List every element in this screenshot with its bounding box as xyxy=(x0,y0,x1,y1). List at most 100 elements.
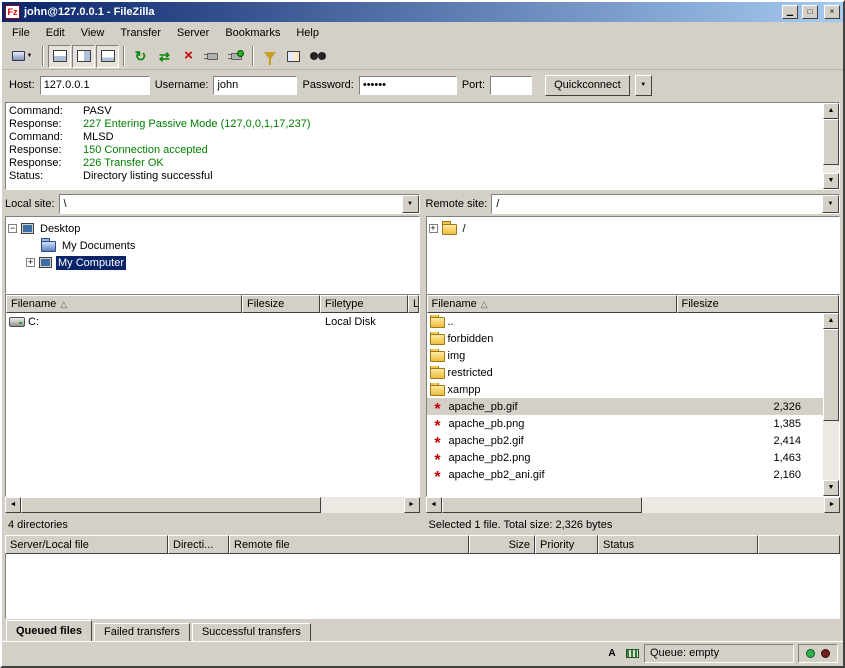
toggle-log-button[interactable] xyxy=(48,45,71,68)
file-row-c-drive[interactable]: C: Local Disk xyxy=(6,313,419,330)
scroll-down-icon[interactable]: ▼ xyxy=(823,173,839,189)
quickconnect-dropdown-button[interactable]: ▼ xyxy=(635,75,652,96)
scrollbar-track[interactable] xyxy=(823,421,839,480)
port-input[interactable] xyxy=(490,76,532,95)
file-row-selected[interactable]: * apache_pb.gif 2,326 xyxy=(427,398,824,415)
tree-item-my-documents[interactable]: My Documents xyxy=(8,237,417,254)
folder-row[interactable]: forbidden xyxy=(427,330,824,347)
folder-row[interactable]: xampp xyxy=(427,381,824,398)
folder-icon xyxy=(430,368,445,379)
column-filename[interactable]: Filename △ xyxy=(6,295,242,313)
tree-item-my-computer[interactable]: + My Computer xyxy=(8,254,417,271)
column-size[interactable]: Size xyxy=(469,535,535,554)
remote-vertical-scrollbar[interactable]: ▲ ▼ xyxy=(823,313,839,496)
column-status[interactable]: Status xyxy=(598,535,758,554)
column-filesize[interactable]: Filesize xyxy=(677,295,840,313)
scrollbar-track[interactable] xyxy=(642,497,825,513)
scroll-right-icon[interactable]: ► xyxy=(824,497,840,513)
column-last-modified[interactable]: L xyxy=(408,295,419,313)
tab-failed-transfers[interactable]: Failed transfers xyxy=(94,623,190,641)
scroll-left-icon[interactable]: ◄ xyxy=(426,497,442,513)
scrollbar-thumb[interactable] xyxy=(21,497,321,513)
menu-transfer[interactable]: Transfer xyxy=(112,24,169,42)
log-scrollbar[interactable]: ▲ ▼ xyxy=(823,103,839,189)
chevron-down-icon[interactable]: ▼ xyxy=(822,195,839,213)
host-input[interactable] xyxy=(40,76,150,95)
close-button[interactable]: × xyxy=(824,5,840,19)
cancel-icon: × xyxy=(184,49,193,63)
remote-site-combobox[interactable]: / ▼ xyxy=(491,194,840,214)
menu-server[interactable]: Server xyxy=(169,24,217,42)
file-row[interactable]: * apache_pb2.gif 2,414 xyxy=(427,432,824,449)
column-filesize[interactable]: Filesize xyxy=(242,295,320,313)
local-status-text: 4 directories xyxy=(5,513,420,533)
compare-button[interactable] xyxy=(282,45,305,68)
transfer-queue: Server/Local file Directi... Remote file… xyxy=(2,533,843,619)
expand-icon[interactable]: + xyxy=(429,224,438,233)
tab-queued-files[interactable]: Queued files xyxy=(6,620,92,641)
toggle-tree-button[interactable] xyxy=(72,45,95,68)
chevron-down-icon[interactable]: ▼ xyxy=(402,195,419,213)
folder-row[interactable]: .. xyxy=(427,313,824,330)
toggle-queue-button[interactable] xyxy=(96,45,119,68)
reconnect-button[interactable] xyxy=(225,45,248,68)
folder-row[interactable]: img xyxy=(427,347,824,364)
file-type-cell: Local Disk xyxy=(320,316,408,328)
menu-file[interactable]: File xyxy=(4,24,38,42)
username-label: Username: xyxy=(155,79,209,91)
scroll-up-icon[interactable]: ▲ xyxy=(823,313,839,329)
minimize-button[interactable]: ▁ xyxy=(782,5,798,19)
local-site-combobox[interactable]: \ ▼ xyxy=(59,194,420,214)
scrollbar-thumb[interactable] xyxy=(442,497,642,513)
column-filename[interactable]: Filename △ xyxy=(427,295,677,313)
queue-list[interactable] xyxy=(5,554,840,619)
menubar: File Edit View Transfer Server Bookmarks… xyxy=(2,22,843,43)
menu-help[interactable]: Help xyxy=(288,24,327,42)
local-pane: Local site: \ ▼ − Desktop My Documents xyxy=(5,192,420,533)
scrollbar-thumb[interactable] xyxy=(823,119,839,165)
filter-button[interactable] xyxy=(258,45,281,68)
column-priority[interactable]: Priority xyxy=(535,535,598,554)
scroll-down-icon[interactable]: ▼ xyxy=(823,480,839,496)
refresh-button[interactable]: ↻ xyxy=(129,45,152,68)
column-filetype[interactable]: Filetype xyxy=(320,295,408,313)
menu-bookmarks[interactable]: Bookmarks xyxy=(217,24,288,42)
find-button[interactable] xyxy=(306,45,329,68)
site-manager-button[interactable]: ▼ xyxy=(6,45,38,68)
disconnect-button[interactable] xyxy=(201,45,224,68)
folder-icon xyxy=(430,385,445,396)
remote-horizontal-scrollbar[interactable]: ◄ ► xyxy=(426,497,841,513)
broken-image-icon: * xyxy=(430,457,446,464)
quickconnect-button[interactable]: Quickconnect xyxy=(545,75,630,96)
menu-view[interactable]: View xyxy=(73,24,113,42)
cancel-operation-button[interactable]: × xyxy=(177,45,200,68)
scroll-up-icon[interactable]: ▲ xyxy=(823,103,839,119)
maximize-button[interactable]: □ xyxy=(802,5,818,19)
file-row[interactable]: * apache_pb.png 1,385 xyxy=(427,415,824,432)
scrollbar-thumb[interactable] xyxy=(823,329,839,421)
menu-edit[interactable]: Edit xyxy=(38,24,73,42)
titlebar[interactable]: Fz john@127.0.0.1 - FileZilla ▁ □ × xyxy=(2,2,843,22)
tree-item-desktop[interactable]: − Desktop xyxy=(8,220,417,237)
username-input[interactable] xyxy=(213,76,297,95)
file-row[interactable]: * apache_pb2_ani.gif 2,160 xyxy=(427,466,824,483)
my-documents-folder-icon xyxy=(41,241,56,252)
collapse-icon[interactable]: − xyxy=(8,224,17,233)
password-label: Password: xyxy=(302,79,353,91)
file-row[interactable]: * apache_pb2.png 1,463 xyxy=(427,449,824,466)
tab-successful-transfers[interactable]: Successful transfers xyxy=(192,623,311,641)
tree-item-root[interactable]: + / xyxy=(429,220,838,237)
column-server-local-file[interactable]: Server/Local file xyxy=(5,535,168,554)
folder-row[interactable]: restricted xyxy=(427,364,824,381)
expand-icon[interactable]: + xyxy=(26,258,35,267)
scrollbar-track[interactable] xyxy=(823,165,839,173)
scroll-left-icon[interactable]: ◄ xyxy=(5,497,21,513)
column-direction[interactable]: Directi... xyxy=(168,535,229,554)
process-queue-button[interactable]: ⇄ xyxy=(153,45,176,68)
password-input[interactable] xyxy=(359,76,457,95)
scrollbar-track[interactable] xyxy=(321,497,404,513)
column-remote-file[interactable]: Remote file xyxy=(229,535,469,554)
remote-list-body: .. forbidden img xyxy=(427,313,840,496)
local-horizontal-scrollbar[interactable]: ◄ ► xyxy=(5,497,420,513)
scroll-right-icon[interactable]: ► xyxy=(404,497,420,513)
